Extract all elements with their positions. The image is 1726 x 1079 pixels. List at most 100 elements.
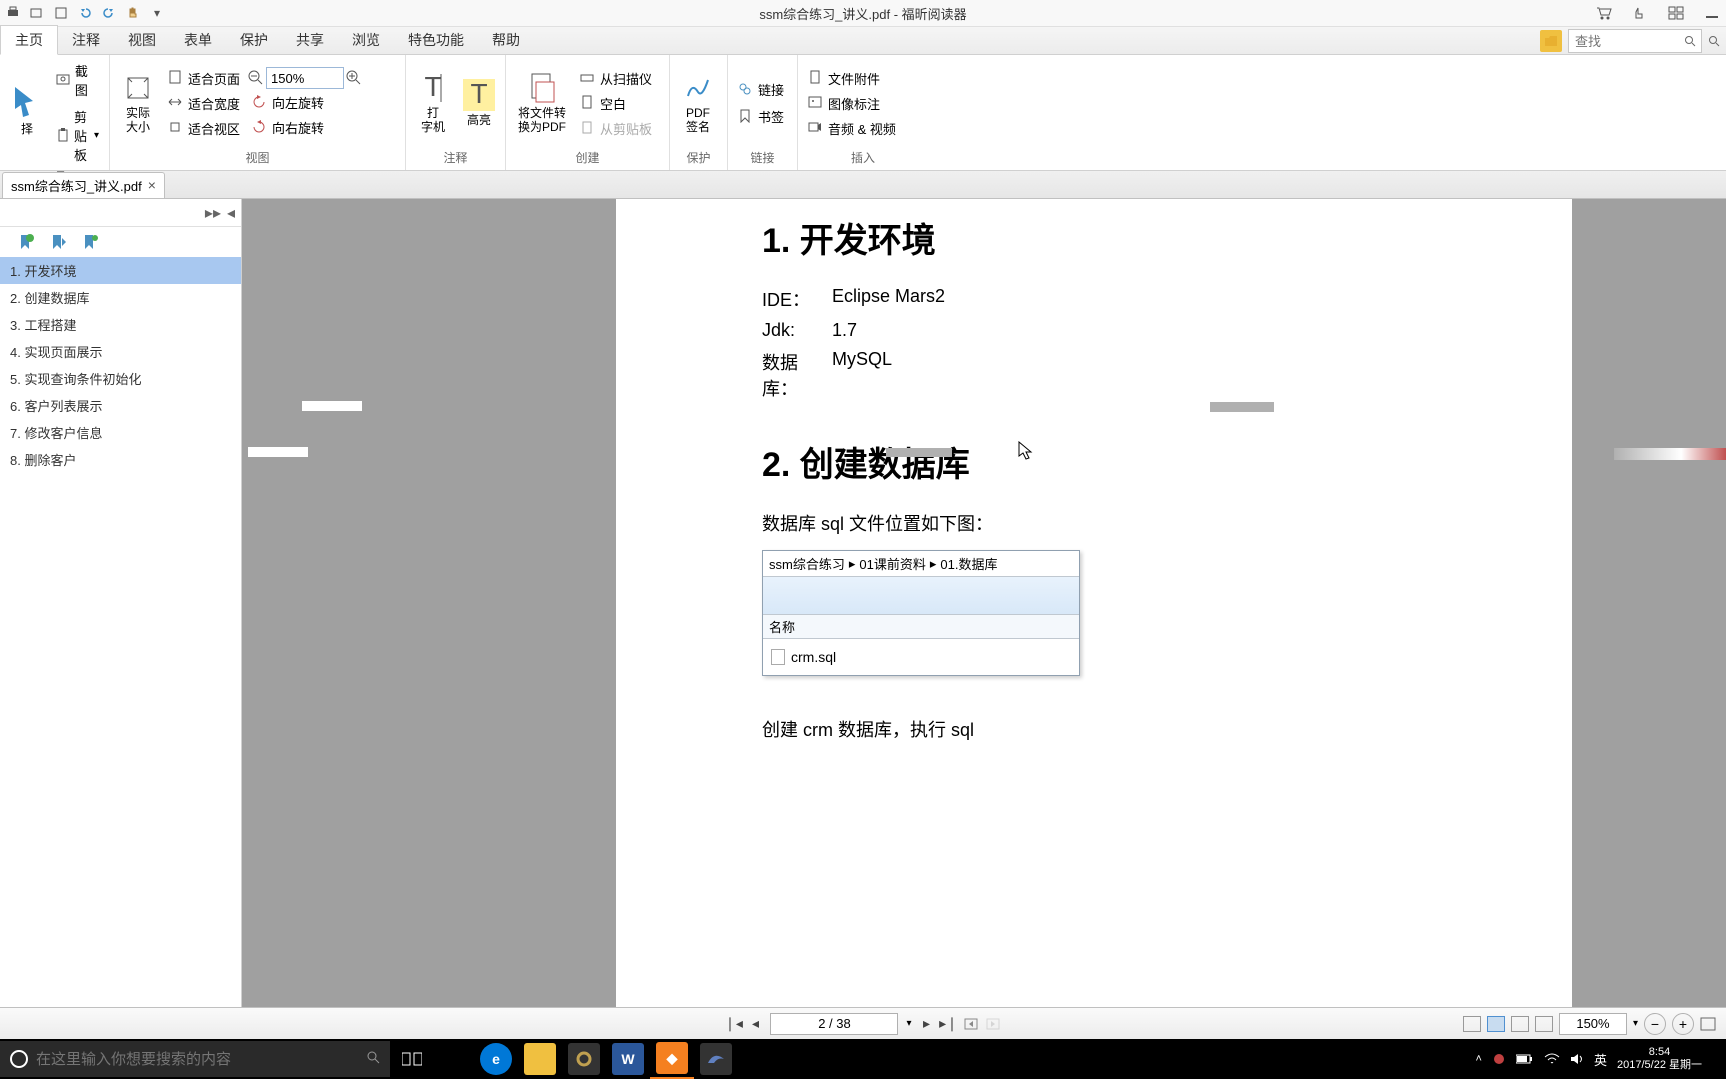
bookmark-item[interactable]: 4. 实现页面展示 <box>0 338 241 365</box>
expand-bookmark-icon[interactable] <box>50 234 66 250</box>
search-mic-icon[interactable] <box>366 1050 380 1068</box>
tray-wifi-icon[interactable] <box>1544 1053 1560 1065</box>
system-clock[interactable]: 8:54 2017/5/22 星期一 <box>1617 1046 1702 1072</box>
pdf-sign-button[interactable]: PDF 签名 <box>676 70 720 137</box>
tray-volume-icon[interactable] <box>1570 1052 1584 1066</box>
ribbon-toggle-icon[interactable] <box>1666 4 1686 22</box>
view-facing-continuous-icon[interactable] <box>1535 1016 1553 1032</box>
tab-protect[interactable]: 保护 <box>226 26 282 54</box>
fit-width-button[interactable]: 适合宽度 <box>164 92 244 115</box>
bookmark-item[interactable]: 7. 修改客户信息 <box>0 419 241 446</box>
page-number-input[interactable] <box>770 1013 898 1035</box>
file-attachment-button[interactable]: 文件附件 <box>804 67 900 90</box>
view-facing-icon[interactable] <box>1511 1016 1529 1032</box>
minimize-icon[interactable] <box>1702 4 1722 22</box>
rotate-left-button[interactable]: 向左旋转 <box>248 91 362 114</box>
tab-browse[interactable]: 浏览 <box>338 26 394 54</box>
rotate-right-button[interactable]: 向右旋转 <box>248 116 362 139</box>
bookmark-button[interactable]: 书签 <box>734 105 788 128</box>
document-viewport[interactable]: 1. 开发环境 IDE：Eclipse Mars2 Jdk:1.7 数据库：My… <box>242 199 1726 1007</box>
save-icon[interactable] <box>52 4 70 22</box>
find-input[interactable] <box>1569 34 1679 49</box>
touch-icon[interactable] <box>1630 4 1650 22</box>
task-view-icon[interactable] <box>390 1039 434 1079</box>
image-annotation-button[interactable]: 图像标注 <box>804 92 900 115</box>
zoom-display[interactable]: 150% <box>1559 1013 1627 1035</box>
app-word[interactable]: W <box>606 1039 650 1079</box>
find-options-icon[interactable] <box>1708 35 1720 47</box>
zoom-out-icon[interactable] <box>248 70 264 86</box>
tab-home[interactable]: 主页 <box>0 25 58 55</box>
view-single-icon[interactable] <box>1463 1016 1481 1032</box>
tray-app-icon[interactable] <box>1492 1052 1506 1066</box>
bookmark-item[interactable]: 5. 实现查询条件初始化 <box>0 365 241 392</box>
redo-icon[interactable] <box>100 4 118 22</box>
add-bookmark-icon[interactable] <box>18 234 34 250</box>
clipboard-tool[interactable]: 剪贴板▾ <box>52 105 103 166</box>
from-scanner-button[interactable]: 从扫描仪 <box>576 67 656 90</box>
next-page-icon[interactable]: ▸ <box>920 1017 934 1031</box>
tab-share[interactable]: 共享 <box>282 26 338 54</box>
app-foxit[interactable]: ◆ <box>650 1039 694 1079</box>
document-tab[interactable]: ssm综合练习_讲义.pdf × <box>2 172 165 198</box>
fit-visible-button[interactable]: 适合视区 <box>164 117 244 140</box>
panel-expand-icon[interactable]: ▸▸ <box>205 203 221 223</box>
zoom-dropdown-icon[interactable]: ▾ <box>1633 1018 1638 1029</box>
cortana-icon[interactable] <box>10 1050 28 1068</box>
qa-dropdown-icon[interactable]: ▾ <box>148 4 166 22</box>
print-icon[interactable] <box>4 4 22 22</box>
first-page-icon[interactable]: ❘◂ <box>726 1017 740 1031</box>
screenshot-tool[interactable]: 截图 <box>52 59 103 101</box>
tab-help[interactable]: 帮助 <box>478 26 534 54</box>
taskbar-search-input[interactable] <box>36 1051 358 1068</box>
actual-size-button[interactable]: 实际 大小 <box>116 70 160 137</box>
collapse-bookmark-icon[interactable] <box>82 234 98 250</box>
link-button[interactable]: 链接 <box>734 78 788 101</box>
audio-video-button[interactable]: 音频 & 视频 <box>804 117 900 140</box>
zoom-in-button[interactable]: + <box>1672 1013 1694 1035</box>
app-gear[interactable] <box>562 1039 606 1079</box>
tab-feature[interactable]: 特色功能 <box>394 26 478 54</box>
taskbar-search[interactable] <box>0 1041 390 1077</box>
zoom-input[interactable] <box>266 67 344 89</box>
find-search-icon[interactable] <box>1679 30 1701 52</box>
prev-page-icon[interactable]: ◂ <box>748 1017 762 1031</box>
bookmark-item[interactable]: 3. 工程搭建 <box>0 311 241 338</box>
ribbon-group-view: 实际 大小 适合页面 适合宽度 适合视区 向左旋转 向右旋转 视图 <box>110 55 406 170</box>
nav-back-icon[interactable] <box>964 1017 978 1031</box>
convert-to-pdf-button[interactable]: 将文件转 换为PDF <box>512 70 572 137</box>
cart-icon[interactable] <box>1594 4 1614 22</box>
undo-icon[interactable] <box>76 4 94 22</box>
bookmark-item[interactable]: 6. 客户列表展示 <box>0 392 241 419</box>
app-edge[interactable]: e <box>474 1039 518 1079</box>
select-tool[interactable]: 择 <box>6 86 48 138</box>
rotate-right-label: 向右旋转 <box>272 118 324 137</box>
tray-battery-icon[interactable] <box>1516 1053 1534 1065</box>
typewriter-tool[interactable]: T 打 字机 <box>412 70 454 137</box>
bookmark-item[interactable]: 1. 开发环境 <box>0 257 241 284</box>
panel-collapse-icon[interactable]: ◂ <box>227 203 235 223</box>
page-dropdown-icon[interactable]: ▾ <box>906 1018 911 1029</box>
find-box[interactable] <box>1568 29 1702 53</box>
close-tab-icon[interactable]: × <box>148 177 156 193</box>
tab-view[interactable]: 视图 <box>114 26 170 54</box>
bookmark-item[interactable]: 2. 创建数据库 <box>0 284 241 311</box>
open-icon[interactable] <box>28 4 46 22</box>
app-dolphin[interactable] <box>694 1039 738 1079</box>
blank-page-button[interactable]: 空白 <box>576 92 656 115</box>
tab-comment[interactable]: 注释 <box>58 26 114 54</box>
open-folder-icon[interactable] <box>1540 30 1562 52</box>
highlight-tool[interactable]: T 高亮 <box>458 77 500 129</box>
zoom-in-icon[interactable] <box>346 70 362 86</box>
app-file-explorer[interactable] <box>518 1039 562 1079</box>
fullscreen-icon[interactable] <box>1700 1017 1716 1031</box>
fit-page-button[interactable]: 适合页面 <box>164 67 244 90</box>
tray-chevron-icon[interactable]: ˄ <box>1476 1053 1482 1065</box>
last-page-icon[interactable]: ▸❘ <box>942 1017 956 1031</box>
zoom-out-button[interactable]: − <box>1644 1013 1666 1035</box>
tab-form[interactable]: 表单 <box>170 26 226 54</box>
ime-indicator[interactable]: 英 <box>1594 1050 1607 1069</box>
hand-tool-icon[interactable] <box>124 4 142 22</box>
view-continuous-icon[interactable] <box>1487 1016 1505 1032</box>
bookmark-item[interactable]: 8. 删除客户 <box>0 446 241 473</box>
